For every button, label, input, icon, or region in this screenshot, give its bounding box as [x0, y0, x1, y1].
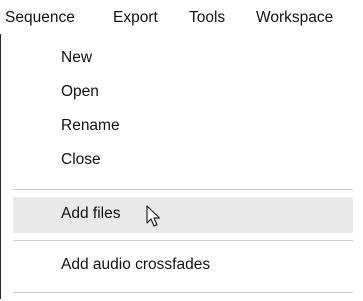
menu-separator	[13, 292, 353, 293]
menu-item-close[interactable]: Close	[13, 144, 353, 176]
menu-item-add-files[interactable]: Add files	[13, 197, 353, 233]
menu-item-add-audio-crossfades[interactable]: Add audio crossfades	[13, 249, 353, 281]
menu-separator	[13, 240, 353, 241]
menu-item-open[interactable]: Open	[13, 76, 353, 108]
menu-item-rename[interactable]: Rename	[13, 110, 353, 142]
menu-export[interactable]: Export	[113, 0, 158, 34]
menu-sequence[interactable]: Sequence	[5, 0, 75, 34]
menu-bar: Sequence Export Tools Workspace	[0, 0, 363, 34]
menu-tools[interactable]: Tools	[189, 0, 225, 34]
menu-separator	[13, 189, 353, 190]
menu-item-new[interactable]: New	[13, 42, 353, 74]
mouse-pointer-icon	[146, 205, 161, 227]
menu-workspace[interactable]: Workspace	[256, 0, 333, 34]
sequence-dropdown-menu: New Open Rename Close Add files Add audi…	[1, 34, 363, 301]
